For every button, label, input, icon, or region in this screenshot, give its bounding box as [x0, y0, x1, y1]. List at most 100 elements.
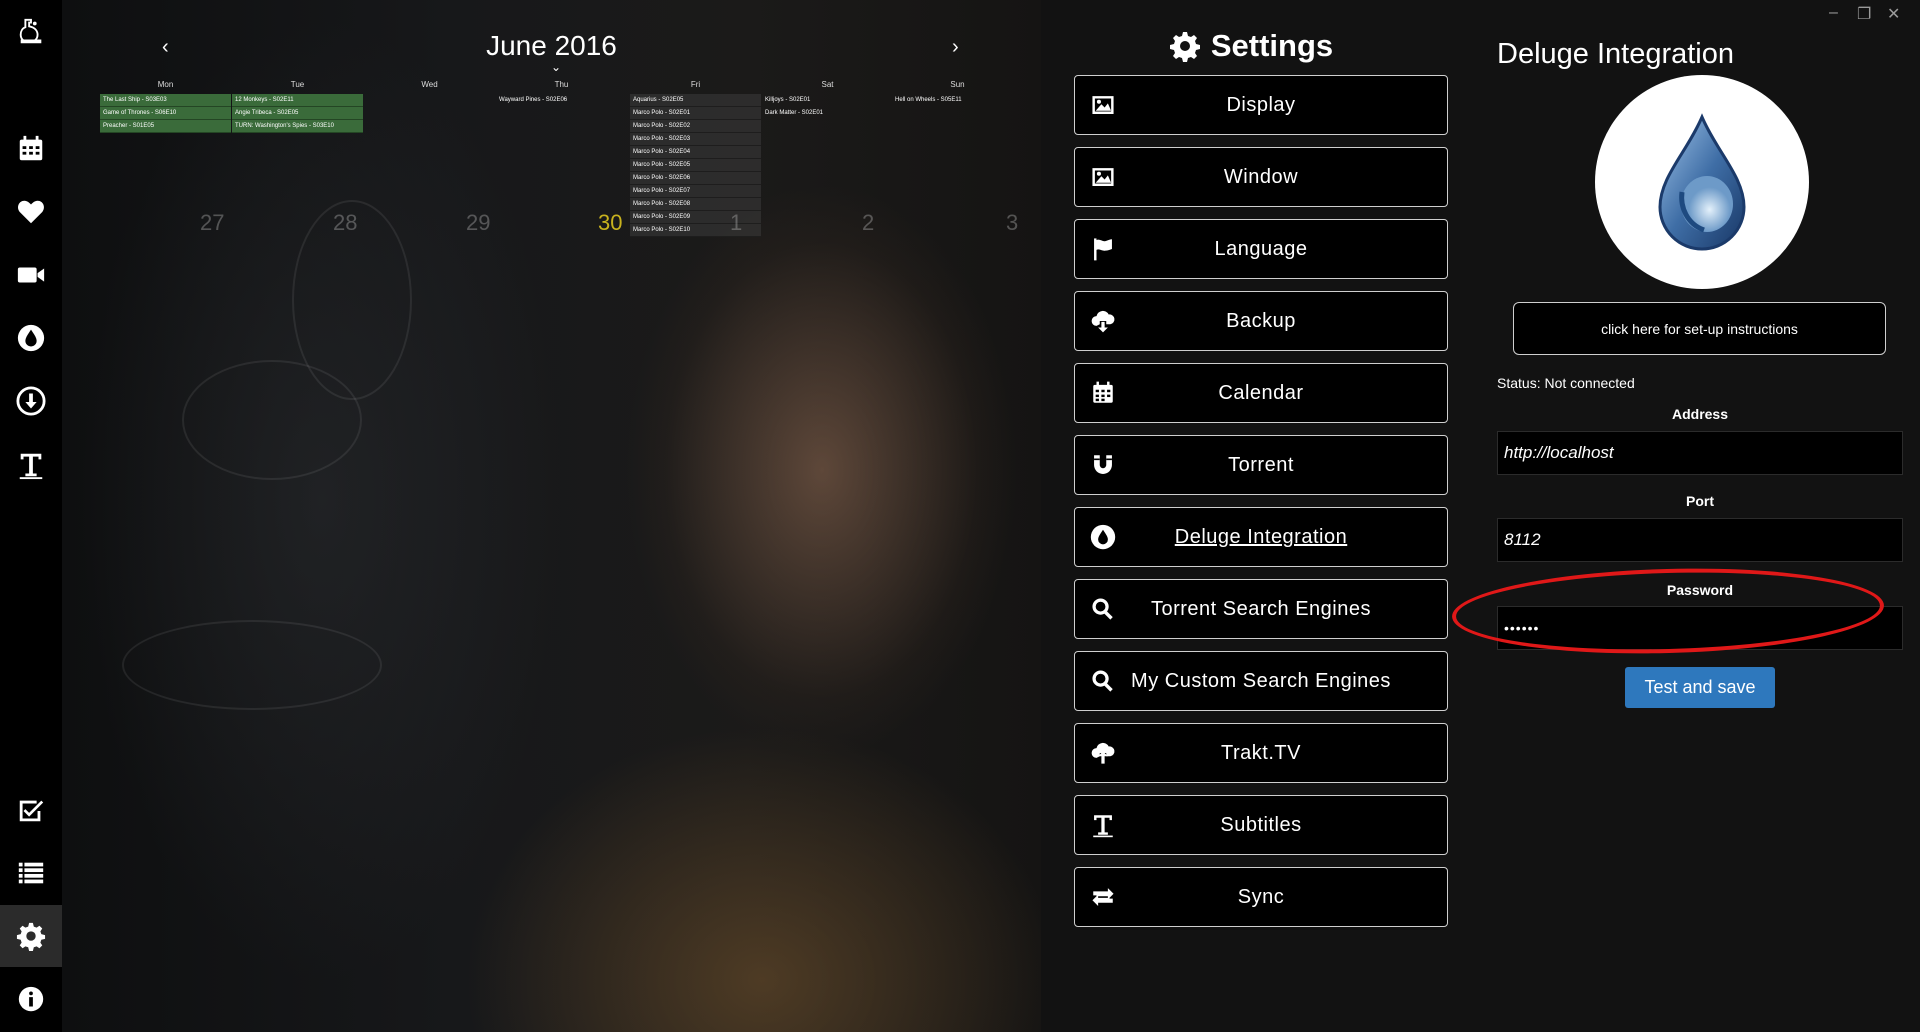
- calendar-day-column: Mon The Last Ship - S03E03 Game of Thrones…: [100, 80, 231, 133]
- minimize-button[interactable]: –: [1829, 4, 1838, 22]
- settings-button-calendar[interactable]: Calendar: [1074, 363, 1448, 423]
- calendar-day-column: Wed: [364, 80, 495, 94]
- day-name: Wed: [421, 80, 438, 89]
- text-t-icon: [1075, 796, 1131, 854]
- search-icon: [1075, 580, 1131, 638]
- calendar-event[interactable]: Killjoys - S02E01: [762, 94, 893, 107]
- info-icon[interactable]: [0, 968, 62, 1030]
- calendar-event[interactable]: Game of Thrones - S06E10: [100, 107, 231, 120]
- calendar-event[interactable]: The Last Ship - S03E03: [100, 94, 231, 107]
- calendar-event[interactable]: TURN: Washington's Spies - S03E10: [232, 120, 363, 133]
- calendar-next-button[interactable]: ›: [952, 36, 959, 59]
- day-name: Sun: [950, 80, 965, 89]
- day-number: 3: [1006, 210, 1019, 235]
- gear-icon[interactable]: [0, 905, 62, 967]
- close-button[interactable]: ✕: [1887, 4, 1900, 24]
- download-icon[interactable]: [0, 370, 62, 432]
- magnet-icon: [1075, 436, 1131, 494]
- day-name: Tue: [290, 80, 305, 89]
- settings-button-my-custom-search-engines[interactable]: My Custom Search Engines: [1074, 651, 1448, 711]
- checklist-icon[interactable]: [0, 779, 62, 841]
- address-input[interactable]: http://localhost: [1497, 431, 1903, 475]
- calendar-event[interactable]: Hell on Wheels - S05E11: [892, 94, 1023, 107]
- settings-button-label: Torrent Search Engines: [1150, 597, 1371, 620]
- calendar-event[interactable]: Marco Polo - S02E07: [630, 185, 761, 198]
- settings-button-trakt-tv[interactable]: Trakt.TV: [1074, 723, 1448, 783]
- port-label: Port: [1686, 493, 1714, 509]
- calendar-event[interactable]: Aquarius - S02E05: [630, 94, 761, 107]
- settings-button-label: Trakt.TV: [1221, 741, 1301, 764]
- left-sidebar: [0, 0, 62, 1032]
- calendar-event[interactable]: Marco Polo - S02E02: [630, 120, 761, 133]
- port-input[interactable]: 8112: [1497, 518, 1903, 562]
- deluge-drop-icon[interactable]: [0, 307, 62, 369]
- deluge-drop-icon: [1658, 113, 1746, 251]
- image-icon: [1075, 76, 1131, 134]
- calendar-event[interactable]: Preacher - S01E05: [100, 120, 231, 133]
- panel-title: Deluge Integration: [1497, 38, 1734, 70]
- settings-button-window[interactable]: Window: [1074, 147, 1448, 207]
- settings-button-label: Deluge Integration: [1174, 525, 1348, 548]
- calendar-event[interactable]: Angie Tribeca - S02E05: [232, 107, 363, 120]
- day-name: Thu: [554, 80, 569, 89]
- day-number: 30: [598, 210, 623, 235]
- settings-button-language[interactable]: Language: [1074, 219, 1448, 279]
- calendar-event[interactable]: Marco Polo - S02E03: [630, 133, 761, 146]
- settings-button-label: Calendar: [1218, 381, 1304, 404]
- day-name: Sat: [821, 80, 834, 89]
- cloud-upload-icon: [1075, 724, 1131, 782]
- restore-button[interactable]: ❐: [1857, 4, 1871, 24]
- calendar-event[interactable]: Wayward Pines - S02E06: [496, 94, 627, 107]
- calendar-event[interactable]: Dark Matter - S02E01: [762, 107, 893, 120]
- settings-button-label: Sync: [1237, 885, 1285, 908]
- settings-button-label: Window: [1223, 165, 1299, 188]
- day-number: 2: [862, 210, 875, 235]
- gear-icon: [1169, 32, 1200, 62]
- calendar-event[interactable]: Marco Polo - S02E06: [630, 172, 761, 185]
- settings-button-subtitles[interactable]: Subtitles: [1074, 795, 1448, 855]
- deluge-drop-icon: [1075, 508, 1131, 566]
- calendar-event[interactable]: Marco Polo - S02E05: [630, 159, 761, 172]
- calendar-day-column: Tue 12 Monkeys - S02E11 Angie Tribeca - S0…: [232, 80, 363, 133]
- calendar-day-column: Thu Wayward Pines - S02E06: [496, 80, 627, 107]
- calendar-day-column: Sat Killjoys - S02E01 Dark Matter - S02E01: [762, 80, 893, 120]
- deluge-logo: [1595, 75, 1809, 289]
- day-number: 28: [333, 210, 358, 235]
- video-camera-icon[interactable]: [0, 244, 62, 306]
- settings-button-display[interactable]: Display: [1074, 75, 1448, 135]
- address-label: Address: [1671, 406, 1729, 422]
- calendar-event[interactable]: 12 Monkeys - S02E11: [232, 94, 363, 107]
- calendar-icon[interactable]: [0, 118, 62, 180]
- settings-button-label: Torrent: [1228, 453, 1294, 476]
- calendar-event[interactable]: Marco Polo - S02E04: [630, 146, 761, 159]
- settings-button-torrent-search-engines[interactable]: Torrent Search Engines: [1074, 579, 1448, 639]
- calendar-widget: ‹ June 2016 ⌄ › Mon The Last Ship - S03E0…: [62, 0, 1041, 260]
- list-icon[interactable]: [0, 842, 62, 904]
- search-icon: [1075, 652, 1131, 710]
- day-number: 1: [730, 210, 743, 235]
- flag-icon: [1075, 220, 1131, 278]
- sync-icon: [1075, 868, 1131, 926]
- calendar-month-title: June 2016: [486, 30, 617, 61]
- settings-header: Settings: [1041, 28, 1461, 64]
- app-logo-icon[interactable]: [0, 0, 62, 62]
- deluge-integration-panel: – ❐ ✕ Deluge Integration click here for …: [1461, 0, 1920, 1032]
- settings-button-torrent[interactable]: Torrent: [1074, 435, 1448, 495]
- day-number: 29: [466, 210, 491, 235]
- text-t-icon[interactable]: [0, 434, 62, 496]
- day-name: Mon: [157, 80, 174, 89]
- settings-button-label: Display: [1226, 93, 1296, 116]
- cloud-download-icon: [1075, 292, 1131, 350]
- chevron-down-icon[interactable]: ⌄: [551, 60, 561, 74]
- heart-icon[interactable]: [0, 181, 62, 243]
- test-and-save-button[interactable]: Test and save: [1625, 667, 1775, 708]
- settings-button-label: Subtitles: [1220, 813, 1302, 836]
- calendar-event[interactable]: Marco Polo - S02E01: [630, 107, 761, 120]
- settings-button-sync[interactable]: Sync: [1074, 867, 1448, 927]
- settings-button-label: Language: [1214, 237, 1308, 260]
- settings-button-backup[interactable]: Backup: [1074, 291, 1448, 351]
- settings-button-deluge-integration[interactable]: Deluge Integration: [1074, 507, 1448, 567]
- setup-instructions-button[interactable]: click here for set-up instructions: [1513, 302, 1886, 355]
- settings-button-label: Backup: [1226, 309, 1296, 332]
- calendar-day-column: Sun Hell on Wheels - S05E11: [892, 80, 1023, 107]
